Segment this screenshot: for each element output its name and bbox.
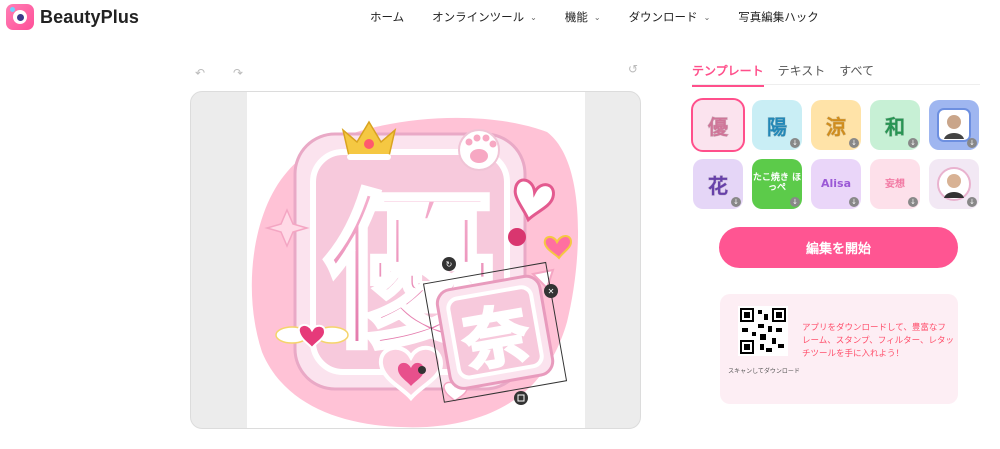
chevron-down-icon: ⌄ xyxy=(530,12,537,22)
brand-name: BeautyPlus xyxy=(40,6,140,27)
template-item[interactable]: 優 xyxy=(691,98,745,152)
chevron-down-icon: ⌄ xyxy=(593,12,601,22)
download-icon: ↓ xyxy=(731,197,741,207)
chevron-down-icon: ⌄ xyxy=(703,12,711,22)
tab-divider xyxy=(692,84,980,85)
svg-text:✕: ✕ xyxy=(548,287,555,296)
delete-handle[interactable]: ✕ xyxy=(544,284,558,298)
copy-handle[interactable] xyxy=(514,391,528,405)
promo-text: アプリをダウンロードして、豊富なフレーム、スタンプ、フィルター、レタッチツールを… xyxy=(802,323,954,360)
template-item[interactable]: 涼 ↓ xyxy=(811,100,861,150)
undo-icon[interactable]: ↶ xyxy=(195,66,205,80)
canvas-artwork: 優 奈 ↻ ✕ xyxy=(251,117,579,428)
template-item[interactable]: 妄想 ↓ xyxy=(870,159,920,209)
download-icon: ↓ xyxy=(849,197,859,207)
bead-icon xyxy=(508,228,526,246)
template-item[interactable]: ↓ xyxy=(929,159,979,209)
header: BeautyPlus ホーム オンラインツール ⌄ 機能 ⌄ ダウンロード ⌄ … xyxy=(0,0,1000,34)
template-item[interactable]: 和 ↓ xyxy=(870,100,920,150)
beautyplus-logo-icon xyxy=(6,4,34,30)
nav-item-download[interactable]: ダウンロード ⌄ xyxy=(629,9,711,25)
template-item[interactable]: 陽 ↓ xyxy=(752,100,802,150)
nav-item-online-tools[interactable]: オンラインツール ⌄ xyxy=(432,9,537,25)
nav-item-photo-hacks[interactable]: 写真編集ハック xyxy=(738,9,819,25)
template-item[interactable]: たこ焼き ほっぺ ↓ xyxy=(752,159,802,209)
app-download-promo: スキャンしてダウンロード アプリをダウンロードして、豊富なフレーム、スタンプ、フ… xyxy=(720,294,958,404)
download-icon: ↓ xyxy=(849,138,859,148)
download-icon: ↓ xyxy=(790,138,800,148)
brand-logo[interactable]: BeautyPlus xyxy=(6,4,139,30)
reset-icon[interactable]: ↺ xyxy=(628,62,638,76)
download-icon: ↓ xyxy=(967,138,977,148)
sticker-letter: 奈 xyxy=(457,297,534,381)
nav-item-features[interactable]: 機能 ⌄ xyxy=(565,9,601,25)
start-editing-button[interactable]: 編集を開始 xyxy=(719,227,958,268)
template-item[interactable]: ↓ xyxy=(929,100,979,150)
download-icon: ↓ xyxy=(967,197,977,207)
download-icon: ↓ xyxy=(908,197,918,207)
paw-icon[interactable] xyxy=(458,129,500,171)
qr-caption: スキャンしてダウンロード xyxy=(728,368,800,375)
rotate-handle[interactable]: ↻ xyxy=(442,257,456,271)
redo-icon[interactable]: ↷ xyxy=(233,66,243,80)
editor-canvas[interactable]: 優 奈 ↻ ✕ xyxy=(190,91,641,429)
nav-item-home[interactable]: ホーム xyxy=(370,9,404,25)
download-icon: ↓ xyxy=(908,138,918,148)
main-nav: ホーム オンラインツール ⌄ 機能 ⌄ ダウンロード ⌄ 写真編集ハック xyxy=(370,9,847,25)
download-icon: ↓ xyxy=(790,197,800,207)
template-item[interactable]: Alisa ↓ xyxy=(811,159,861,209)
template-item[interactable]: 花 ↓ xyxy=(693,159,743,209)
qr-code-icon xyxy=(738,306,788,356)
scale-handle[interactable] xyxy=(418,366,426,374)
svg-text:↻: ↻ xyxy=(446,260,453,269)
